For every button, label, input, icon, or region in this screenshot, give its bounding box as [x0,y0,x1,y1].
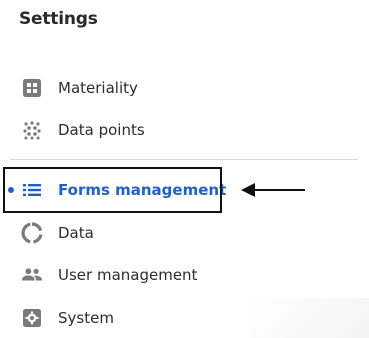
nav-item-label: User management [58,266,198,284]
corner-shade [249,298,369,338]
nav-item-data[interactable]: Data [0,218,260,248]
ring-chart-icon [21,222,43,244]
nav-item-user-management[interactable]: User management [0,260,260,290]
settings-panel: Settings Materiality Data points Forms m… [0,0,369,338]
users-icon [21,264,43,286]
annotation-arrow-icon [241,183,305,197]
divider [10,159,358,160]
grid-square-icon [21,77,43,99]
nav-item-materiality[interactable]: Materiality [0,73,260,103]
nav-item-system[interactable]: System [0,303,260,333]
highlight-box [3,167,222,213]
nav-item-label: System [58,309,114,327]
nav-item-label: Materiality [58,79,138,97]
nav-item-label: Data [58,224,94,242]
dot-cluster-icon [21,119,43,141]
settings-title: Settings [19,9,98,29]
gear-box-icon [21,307,43,329]
nav-item-data-points[interactable]: Data points [0,115,260,145]
nav-item-label: Data points [58,121,145,139]
